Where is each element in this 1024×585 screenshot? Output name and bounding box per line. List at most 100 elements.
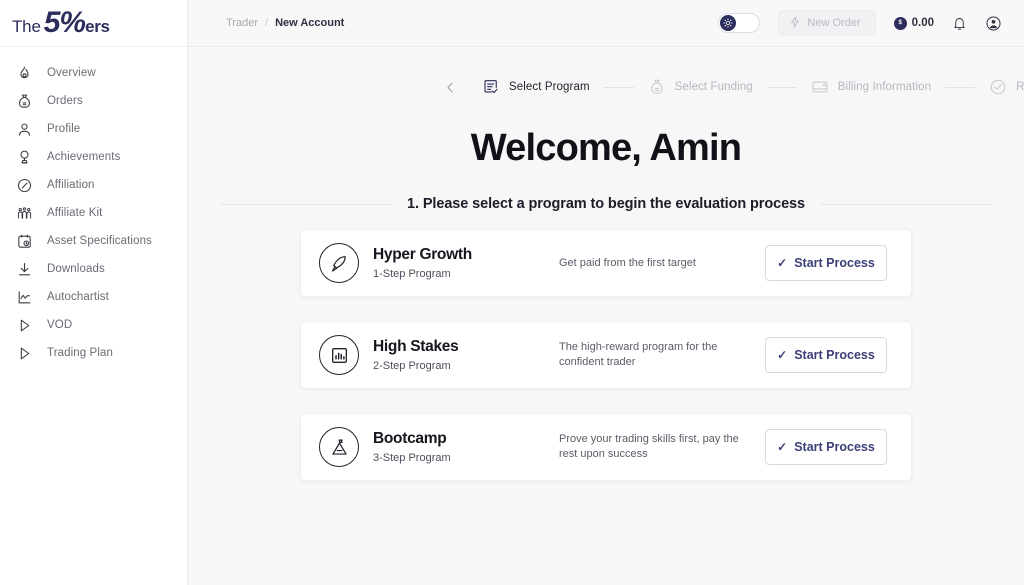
new-order-label: New Order [807, 17, 861, 29]
lightning-bolt-icon [789, 16, 801, 31]
progress-stepper: Select Program Select Funding Billing In… [188, 47, 1024, 105]
check-icon: ✓ [777, 256, 788, 270]
program-description: Prove your trading skills first, pay the… [559, 433, 739, 460]
page-title: Welcome, Amin [470, 127, 742, 169]
clipboard-clock-icon [14, 231, 34, 251]
program-list: Hyper Growth 1-Step Program Get paid fro… [300, 229, 912, 481]
play-triangle-icon [14, 343, 34, 363]
program-title: High Stakes [373, 338, 459, 356]
sidebar-item-orders[interactable]: Orders [0, 87, 187, 115]
step-label: Select Program [509, 81, 590, 93]
sidebar-item-downloads[interactable]: Downloads [0, 255, 187, 283]
program-name-block: Hyper Growth 1-Step Program [373, 246, 559, 280]
step-connector [603, 86, 634, 88]
user-icon [14, 119, 34, 139]
sidebar-item-label: Profile [47, 123, 81, 135]
sidebar-item-affiliation[interactable]: Affiliation [0, 171, 187, 199]
program-steps: 1-Step Program [373, 267, 451, 280]
check-circle-icon [989, 78, 1007, 96]
step-connector [945, 86, 976, 88]
step-label: Select Funding [674, 81, 753, 93]
sidebar-item-label: Trading Plan [47, 347, 113, 359]
sidebar-item-achievements[interactable]: Achievements [0, 143, 187, 171]
step-label: Billing Information [837, 81, 932, 93]
start-process-button[interactable]: ✓ Start Process [765, 429, 887, 465]
breadcrumb-root[interactable]: Trader [226, 17, 258, 29]
flame-icon [14, 63, 34, 83]
step-label: Review and Pay [1016, 81, 1024, 93]
logo-text-ers: ers [85, 17, 110, 36]
sidebar-item-vod[interactable]: VOD [0, 311, 187, 339]
sidebar-item-trading-plan[interactable]: Trading Plan [0, 339, 187, 367]
chart-line-icon [14, 287, 34, 307]
sidebar-item-label: Overview [47, 67, 96, 79]
start-process-label: Start Process [794, 440, 875, 454]
trophy-icon [14, 147, 34, 167]
step-select-program[interactable]: Select Program [482, 78, 590, 96]
sidebar-item-asset-specifications[interactable]: Asset Specifications [0, 227, 187, 255]
program-card-bootcamp[interactable]: Bootcamp 3-Step Program Prove your tradi… [300, 413, 912, 481]
start-process-button[interactable]: ✓ Start Process [765, 245, 887, 281]
compass-icon [14, 175, 34, 195]
credit-card-icon [811, 78, 829, 96]
start-process-label: Start Process [794, 348, 875, 362]
sidebar-item-label: Downloads [47, 263, 105, 275]
step-select-funding[interactable]: Select Funding [648, 78, 753, 96]
balance-amount: 0.00 [911, 17, 934, 29]
user-circle-icon[interactable] [985, 15, 1002, 32]
program-card-hyper-growth[interactable]: Hyper Growth 1-Step Program Get paid fro… [300, 229, 912, 297]
hero-section: Welcome, Amin 1. Please select a program… [188, 127, 1024, 212]
program-steps: 3-Step Program [373, 451, 451, 464]
sidebar-item-label: Achievements [47, 151, 121, 163]
play-triangle-icon [14, 315, 34, 335]
bar-chart-icon [319, 335, 359, 375]
bell-icon[interactable] [952, 16, 967, 31]
balance-indicator[interactable]: $ 0.00 [893, 16, 934, 30]
topbar: Trader / New Account New Order $ 0.00 [188, 0, 1024, 47]
money-bag-icon [648, 78, 666, 96]
money-bag-icon [14, 91, 34, 111]
logo-text-five-percent: 5% [43, 6, 86, 39]
new-order-button[interactable]: New Order [778, 10, 876, 36]
theme-toggle[interactable] [718, 13, 761, 33]
sidebar-item-profile[interactable]: Profile [0, 115, 187, 143]
sidebar-item-label: Autochartist [47, 291, 109, 303]
sidebar-nav: Overview Orders Profile Achievements Aff… [0, 47, 187, 367]
step-review-and-pay[interactable]: Review and Pay [989, 78, 1024, 96]
program-description: The high-reward program for the confiden… [559, 341, 718, 368]
check-icon: ✓ [777, 440, 788, 454]
rocket-icon [319, 243, 359, 283]
program-title: Bootcamp [373, 430, 447, 448]
check-icon: ✓ [777, 348, 788, 362]
start-process-label: Start Process [794, 256, 875, 270]
sidebar: The 5% ers Overview Orders Profile Achie… [0, 0, 188, 585]
sidebar-item-label: VOD [47, 319, 73, 331]
document-check-icon [482, 78, 500, 96]
program-card-high-stakes[interactable]: High Stakes 2-Step Program The high-rewa… [300, 321, 912, 389]
app-root: The 5% ers Overview Orders Profile Achie… [0, 0, 1024, 585]
main-content: Trader / New Account New Order $ 0.00 Se… [188, 0, 1024, 585]
divider-right [820, 203, 991, 205]
chevron-left-icon[interactable] [443, 80, 458, 95]
step-billing-information[interactable]: Billing Information [811, 78, 931, 96]
sidebar-item-autochartist[interactable]: Autochartist [0, 283, 187, 311]
section-subtitle-row: 1. Please select a program to begin the … [221, 196, 991, 212]
section-subtitle: 1. Please select a program to begin the … [407, 196, 805, 212]
sidebar-item-label: Affiliation [47, 179, 95, 191]
sun-icon [720, 15, 737, 31]
mountain-flag-icon [319, 427, 359, 467]
logo-text-the: The [12, 17, 41, 36]
breadcrumb-separator: / [265, 17, 269, 29]
sidebar-item-label: Orders [47, 95, 83, 107]
coin-icon: $ [893, 16, 907, 30]
breadcrumb: Trader / New Account [226, 17, 344, 29]
breadcrumb-current: New Account [275, 17, 345, 29]
program-description: Get paid from the first target [559, 256, 696, 269]
start-process-button[interactable]: ✓ Start Process [765, 337, 887, 373]
sidebar-item-overview[interactable]: Overview [0, 59, 187, 87]
program-title: Hyper Growth [373, 246, 472, 264]
program-steps: 2-Step Program [373, 359, 451, 372]
brand-logo[interactable]: The 5% ers [0, 0, 187, 47]
sidebar-item-affiliate-kit[interactable]: Affiliate Kit [0, 199, 187, 227]
program-name-block: Bootcamp 3-Step Program [373, 430, 559, 464]
